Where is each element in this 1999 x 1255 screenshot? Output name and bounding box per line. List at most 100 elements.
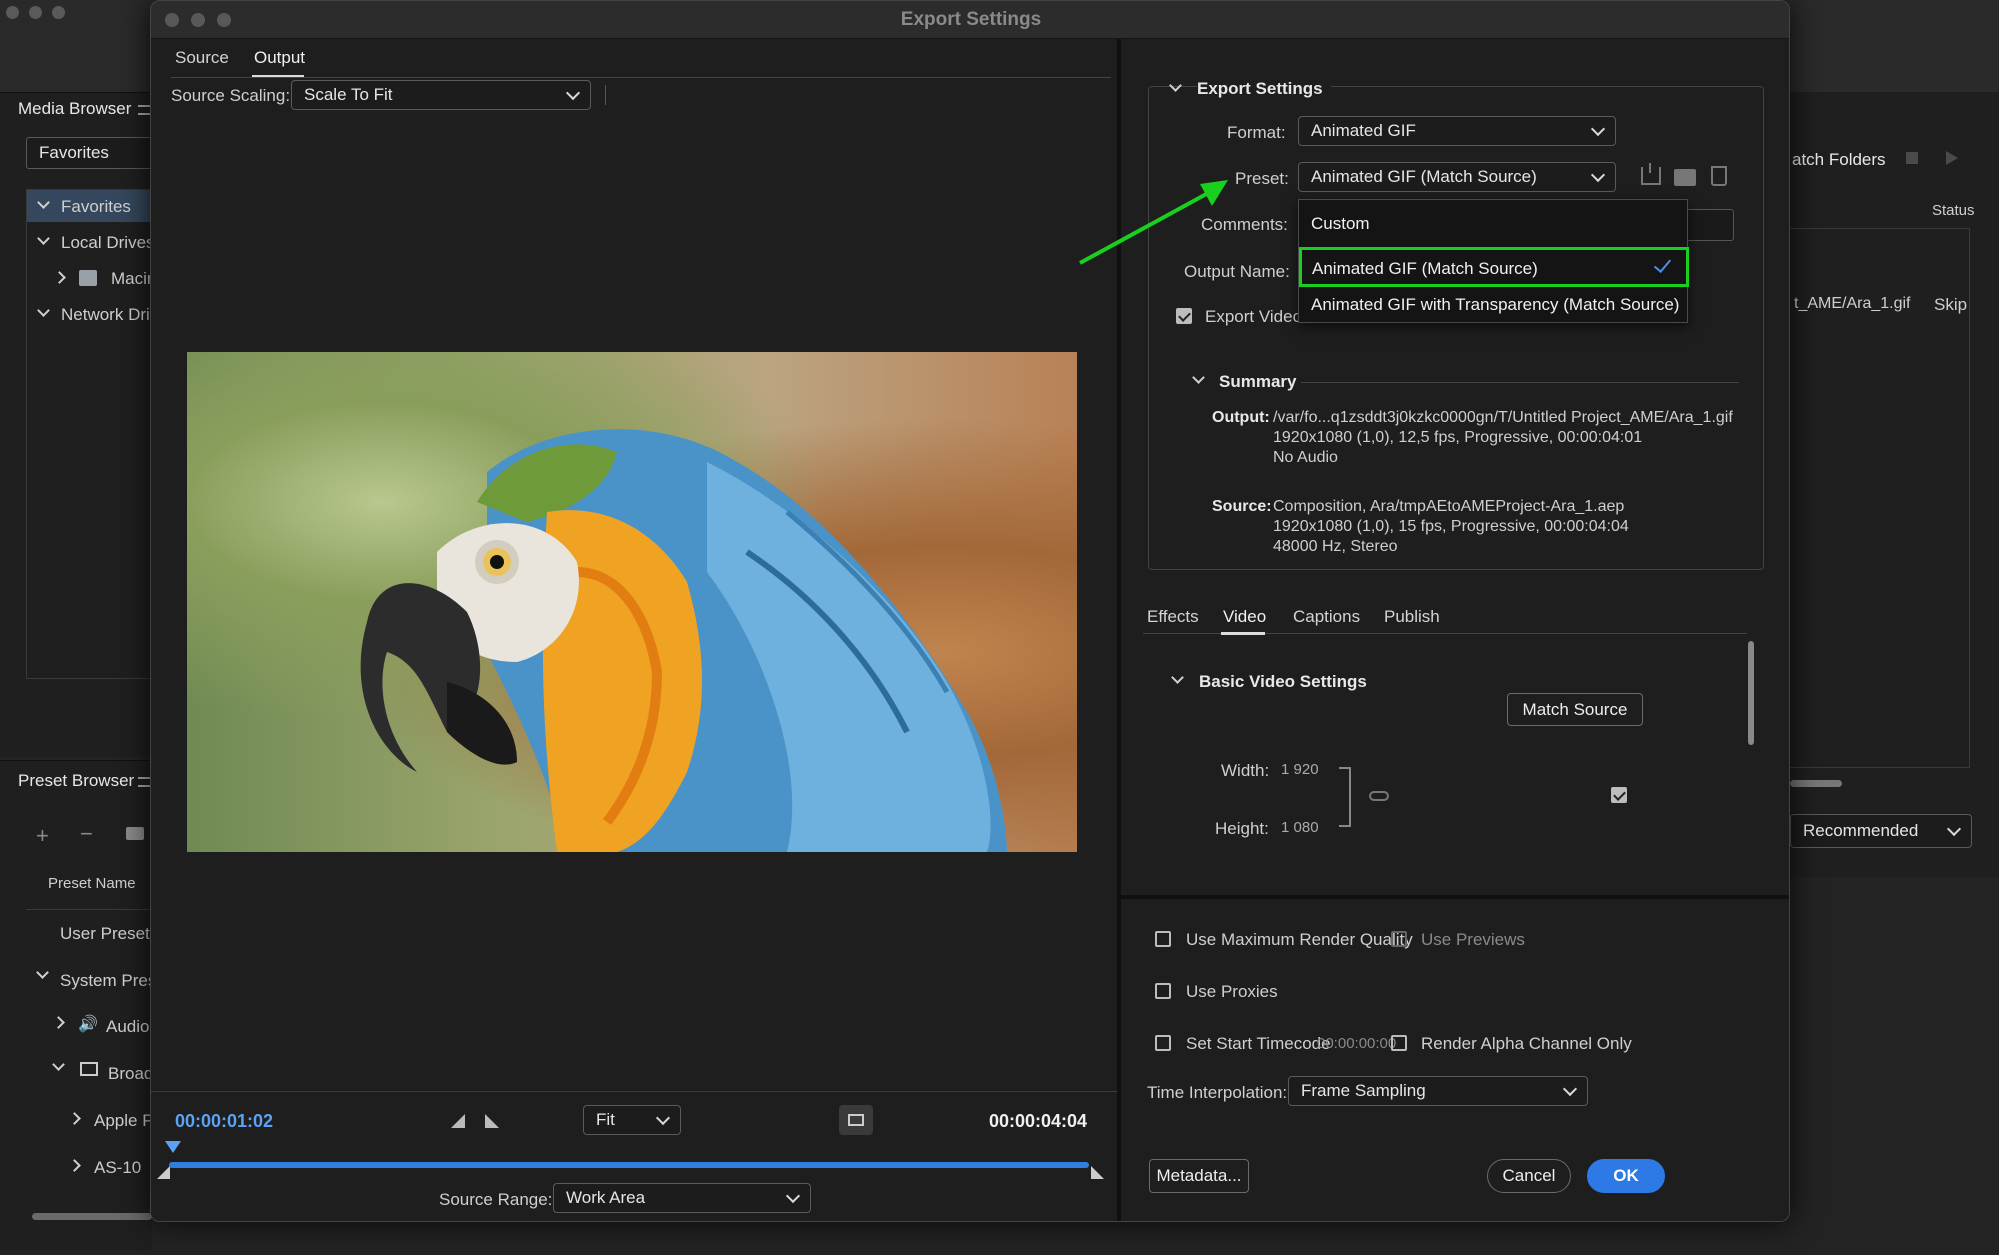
add-preset-icon[interactable]: +: [36, 823, 49, 849]
stop-icon[interactable]: [1906, 152, 1918, 164]
chevron-right-icon: [53, 271, 66, 284]
export-video-checkbox[interactable]: [1176, 308, 1192, 324]
source-range-label: Source Range:: [439, 1190, 553, 1209]
preset-item[interactable]: Audio: [106, 1017, 149, 1037]
aspect-toggle-icon[interactable]: [839, 1105, 873, 1135]
link-icon[interactable]: [1369, 791, 1389, 801]
preset-option-transparency[interactable]: Animated GIF with Transparency (Match So…: [1311, 295, 1679, 315]
tree-item-local-drives[interactable]: Local Drives: [27, 226, 157, 258]
preset-select[interactable]: Animated GIF (Match Source): [1298, 162, 1616, 192]
queue-row-file[interactable]: t_AME/Ara_1.gif: [1794, 295, 1911, 313]
tab-video[interactable]: Video: [1223, 607, 1266, 627]
preset-browser-panel: Preset Browser + − Preset Name User Pres…: [0, 760, 166, 1250]
folder-icon[interactable]: [126, 827, 144, 840]
preset-item[interactable]: User Presets: [60, 924, 158, 944]
tab-publish[interactable]: Publish: [1384, 607, 1440, 627]
source-scaling-select[interactable]: Scale To Fit: [291, 80, 591, 110]
timeline-track[interactable]: [169, 1162, 1089, 1168]
preset-item[interactable]: Apple P: [94, 1111, 154, 1131]
chevron-right-icon: [68, 1159, 81, 1172]
minimize-dot[interactable]: [29, 6, 42, 19]
tree-item-label: Local Drives: [61, 233, 155, 252]
preset-option-custom[interactable]: Custom: [1311, 214, 1370, 234]
play-icon[interactable]: [1946, 151, 1958, 165]
preset-item[interactable]: AS-10: [94, 1158, 141, 1178]
aspect-inner: [848, 1114, 864, 1126]
queue-scrollbar[interactable]: [1790, 780, 1842, 787]
favorites-select[interactable]: Favorites: [26, 137, 166, 169]
summary-output-line: 1920x1080 (1,0), 12,5 fps, Progressive, …: [1273, 429, 1643, 446]
metadata-button[interactable]: Metadata...: [1149, 1159, 1249, 1193]
height-value[interactable]: 1 080: [1281, 819, 1319, 836]
close-dot[interactable]: [6, 6, 19, 19]
ok-button[interactable]: OK: [1587, 1159, 1665, 1193]
summary-source-line: 1920x1080 (1,0), 15 fps, Progressive, 00…: [1273, 518, 1629, 535]
summary-output-line: No Audio: [1273, 449, 1338, 466]
use-previews-checkbox[interactable]: [1391, 931, 1407, 947]
horizontal-scrollbar[interactable]: [32, 1213, 152, 1220]
mark-in-icon[interactable]: [451, 1114, 465, 1128]
parrot-illustration: [360, 429, 1007, 852]
current-timecode[interactable]: 00:00:01:02: [175, 1111, 273, 1132]
watch-folders-title: atch Folders: [1792, 150, 1886, 169]
tab-effects[interactable]: Effects: [1147, 607, 1199, 627]
annotation-arrow: [1079, 180, 1228, 265]
settings-scrollbar[interactable]: [1748, 641, 1754, 745]
queue-list: t_AME/Ara_1.gif Skip: [1790, 228, 1970, 768]
preview-section: Source Output Source Scaling: Scale To F…: [151, 39, 1117, 1221]
tab-captions[interactable]: Captions: [1293, 607, 1360, 627]
save-preset-icon[interactable]: [1674, 169, 1696, 186]
tree-item-favorites[interactable]: Favorites: [27, 190, 157, 222]
zoom-dot[interactable]: [52, 6, 65, 19]
mark-out-icon[interactable]: [485, 1114, 499, 1128]
panel-menu-icon[interactable]: [138, 105, 150, 115]
tree-item-macintosh[interactable]: Macin: [27, 262, 157, 294]
tab-output[interactable]: Output: [254, 48, 305, 68]
max-render-quality-checkbox[interactable]: [1155, 931, 1171, 947]
cancel-label: Cancel: [1502, 1166, 1556, 1185]
start-timecode-checkbox[interactable]: [1155, 1035, 1171, 1051]
cancel-button[interactable]: Cancel: [1487, 1159, 1571, 1193]
recommended-label: Recommended: [1803, 821, 1919, 840]
import-arrow: [1649, 163, 1651, 173]
export-video-label: Export Video: [1205, 307, 1303, 326]
drive-icon: [79, 270, 97, 286]
media-browser-title: Media Browser: [18, 99, 132, 118]
out-point-marker[interactable]: [1091, 1166, 1104, 1179]
time-interpolation-select[interactable]: Frame Sampling: [1288, 1076, 1588, 1106]
preset-option-selected[interactable]: Animated GIF (Match Source): [1299, 247, 1689, 287]
height-label: Height:: [1215, 819, 1269, 838]
total-timecode: 00:00:04:04: [989, 1111, 1088, 1131]
start-timecode-value[interactable]: 00:00:00:00: [1317, 1035, 1396, 1052]
match-source-button[interactable]: Match Source: [1507, 693, 1643, 726]
scale-checkbox[interactable]: [1611, 787, 1627, 803]
playhead[interactable]: [165, 1141, 181, 1153]
delete-preset-icon[interactable]: [1711, 166, 1727, 186]
in-point-marker[interactable]: [157, 1166, 170, 1179]
width-value[interactable]: 1 920: [1281, 761, 1319, 778]
summary-source-line: 48000 Hz, Stereo: [1273, 538, 1398, 555]
alpha-only-checkbox[interactable]: [1391, 1035, 1407, 1051]
format-select[interactable]: Animated GIF: [1298, 116, 1616, 146]
tree-item-network-drives[interactable]: Network Driv: [27, 298, 158, 330]
checkmark-icon: [1653, 254, 1672, 274]
recommended-select[interactable]: Recommended: [1790, 814, 1972, 848]
preset-value: Animated GIF (Match Source): [1311, 167, 1537, 186]
import-preset-icon[interactable]: [1641, 163, 1661, 185]
remove-preset-icon[interactable]: −: [80, 821, 93, 847]
tab-source[interactable]: Source: [175, 48, 229, 68]
traffic-lights-bg: [6, 6, 65, 19]
zoom-select[interactable]: Fit: [583, 1105, 681, 1135]
chevron-down-icon: [1590, 167, 1606, 182]
preset-label: Preset:: [1235, 169, 1289, 188]
audio-icon: 🔊: [78, 1016, 98, 1033]
export-settings-dialog: Export Settings Source Output Source Sca…: [150, 0, 1790, 1222]
use-proxies-checkbox[interactable]: [1155, 983, 1171, 999]
chevron-down-icon[interactable]: [1171, 671, 1184, 684]
summary-output-line: /var/fo...q1zsddt3j0kzkc0000gn/T/Untitle…: [1273, 409, 1733, 426]
panel-menu-icon[interactable]: [138, 777, 150, 787]
preset-item[interactable]: Broad: [108, 1064, 153, 1084]
start-timecode-label: Set Start Timecode: [1186, 1034, 1331, 1053]
source-range-select[interactable]: Work Area: [553, 1183, 811, 1213]
column-preset-name: Preset Name: [48, 875, 136, 892]
